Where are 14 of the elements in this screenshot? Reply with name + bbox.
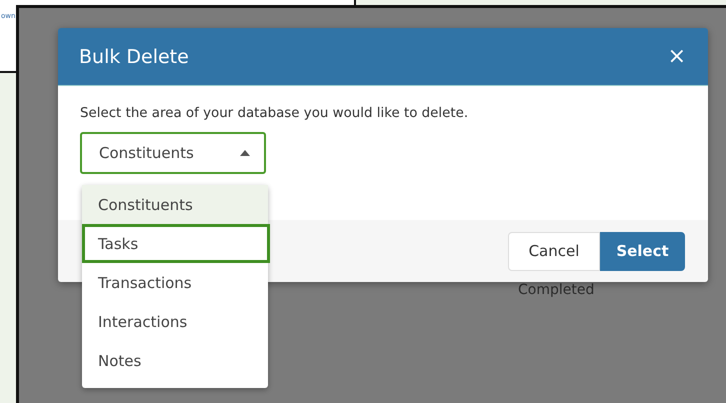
dropdown-option[interactable]: Interactions [82,302,268,341]
select-button[interactable]: Select [600,232,685,270]
prompt-text: Select the area of your database you would like to delete. [80,106,470,121]
cancel-button[interactable]: Cancel [508,232,600,270]
status-text: Completed [518,282,594,298]
area-dropdown[interactable]: Constituents [80,132,266,174]
dropdown-value: Constituents [99,144,194,162]
close-button[interactable]: × [668,46,686,68]
dropdown-option[interactable]: Tasks [82,224,270,263]
caret-icon [240,150,250,156]
dropdown-option[interactable]: Notes [82,341,268,380]
dropdown-option[interactable]: Constituents [82,185,268,224]
dialog-title: Bulk Delete [79,46,189,68]
dropdown-option[interactable]: Transactions [82,263,268,302]
